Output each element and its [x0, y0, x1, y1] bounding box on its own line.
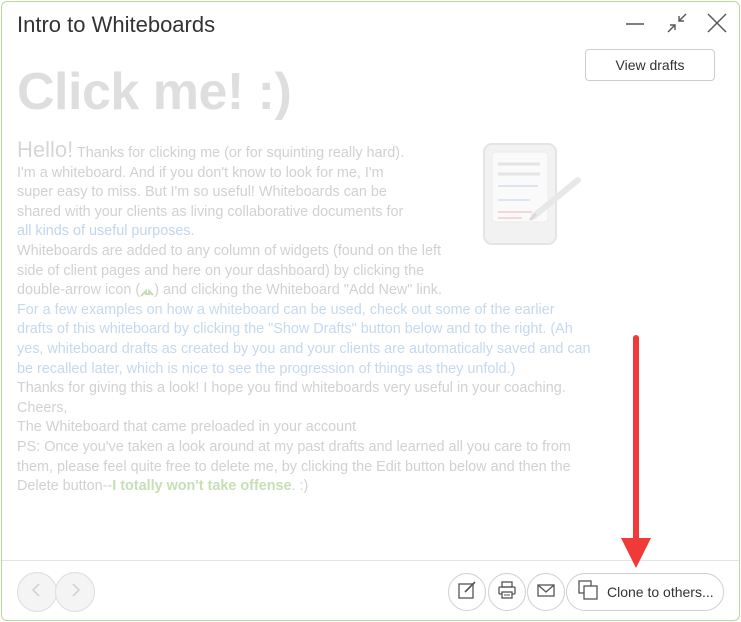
email-icon [536, 580, 556, 605]
paragraph-1-text: I'm a whiteboard. And if you don't know … [17, 164, 404, 220]
paragraph-7-strong: I totally won't take offense [112, 478, 292, 495]
print-button[interactable] [488, 573, 526, 611]
paragraph-2-text-b: ) and clicking the Whiteboard "Add New" … [154, 282, 442, 299]
paragraph-7: PS: Once you've taken a look around at m… [17, 438, 592, 497]
window-title: Intro to Whiteboards [17, 12, 216, 37]
view-drafts-button[interactable]: View drafts [585, 49, 715, 81]
next-button[interactable] [55, 572, 95, 612]
paragraph-4: Thanks for giving this a look! I hope yo… [17, 380, 566, 397]
chevron-right-icon [67, 582, 83, 603]
paragraph-3: For a few examples on how a whiteboard c… [17, 301, 591, 377]
edit-button[interactable] [448, 573, 486, 611]
clone-to-others-button[interactable]: Clone to others... [566, 573, 724, 611]
email-button[interactable] [527, 573, 565, 611]
paragraph-6: The Whiteboard that came preloaded in yo… [17, 419, 357, 436]
clone-to-others-label: Clone to others... [607, 584, 714, 600]
whiteboard-illustration-icon [480, 138, 586, 250]
close-icon[interactable] [704, 10, 730, 36]
restore-icon[interactable] [664, 10, 690, 36]
paragraph-7-end: . :) [291, 478, 309, 495]
previous-button[interactable] [17, 572, 57, 612]
annotation-arrow [618, 334, 654, 570]
edit-icon [457, 580, 477, 605]
chevron-left-icon [29, 582, 45, 603]
intro-text: Thanks for clicking me (or for squinting… [73, 145, 405, 161]
minimize-icon[interactable] [622, 10, 648, 36]
paragraph-2: Whiteboards are added to any column of w… [17, 242, 442, 301]
greeting: Hello! [17, 137, 74, 162]
print-icon [497, 580, 517, 605]
whiteboard-content[interactable]: Click me! :) Hello! Thanks for clicking … [17, 62, 592, 497]
useful-purposes-link[interactable]: all kinds of useful purposes [17, 223, 191, 239]
paragraph-1: I'm a whiteboard. And if you don't know … [17, 164, 417, 242]
paragraph-5: Cheers, [17, 399, 68, 416]
paragraph-1-end: . [190, 223, 195, 240]
whiteboard-heading: Click me! :) [17, 63, 292, 121]
clone-icon [577, 579, 599, 606]
double-arrow-icon [140, 285, 154, 298]
